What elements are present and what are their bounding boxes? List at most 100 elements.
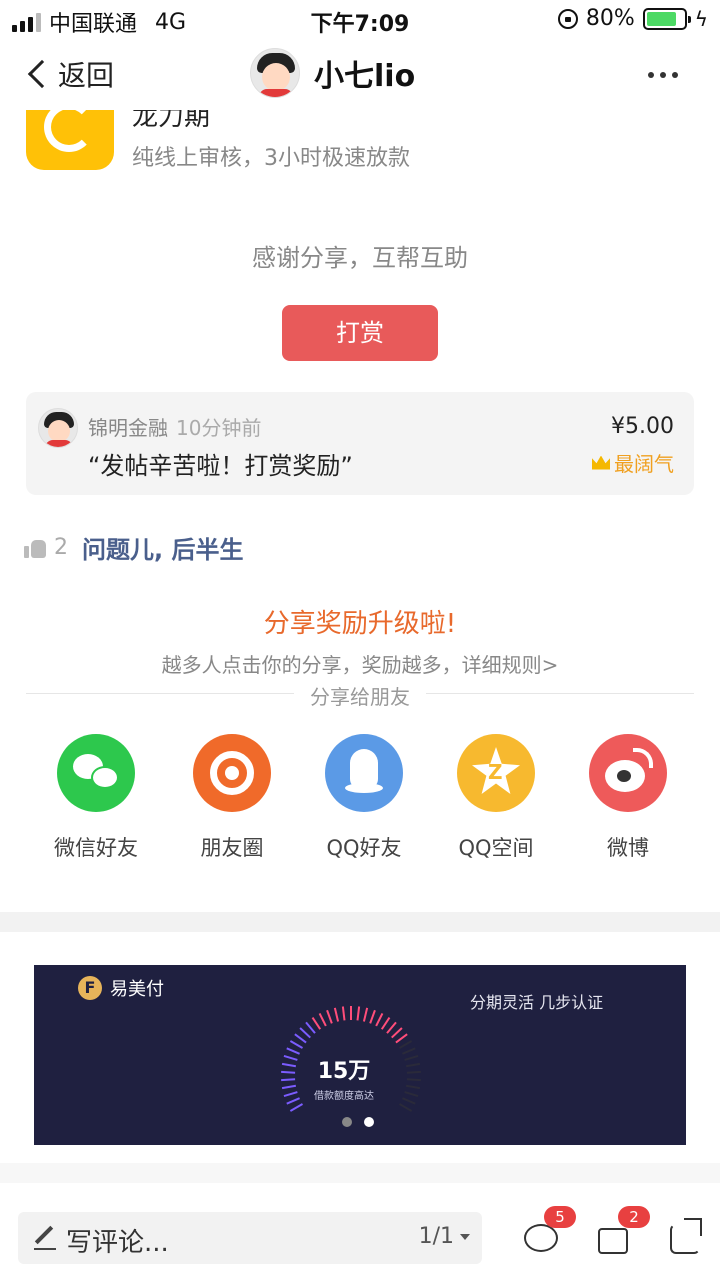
carousel-dot-active[interactable] — [364, 1117, 374, 1127]
moments-icon — [193, 734, 271, 812]
gauge-tick — [318, 1012, 327, 1027]
share-qzone[interactable]: QQ空间 — [430, 734, 562, 862]
page-indicator-text: 1/1 — [418, 1224, 454, 1249]
gauge-tick — [311, 1016, 322, 1030]
tip-amount: ¥5.00 — [611, 414, 674, 439]
comment-placeholder: 写评论... — [66, 1228, 169, 1258]
share-weibo[interactable]: 微博 — [562, 734, 694, 862]
nav-bar: 返回 小七lio — [0, 38, 720, 110]
share-wechat[interactable]: 微信好友 — [30, 734, 162, 862]
ad-banner[interactable]: F 易美付 分期灵活 几步认证 15万 借款额度高达 — [34, 965, 686, 1145]
gauge-tick — [380, 1016, 391, 1030]
tip-record: 锦明金融 10分钟前 “发帖辛苦啦！打赏奖励” ¥5.00 最阔气 — [26, 392, 694, 495]
like-count-badge: 2 — [618, 1206, 650, 1228]
share-weibo-label: 微博 — [607, 836, 649, 860]
gauge-tick — [391, 1027, 403, 1039]
comment-bubble-icon — [524, 1224, 558, 1252]
section-separator — [0, 1163, 720, 1183]
app-subtitle: 纯线上审核，3小时极速放款 — [132, 146, 410, 171]
gauge-tick — [305, 1021, 316, 1034]
weibo-icon — [589, 734, 667, 812]
back-label: 返回 — [58, 59, 115, 92]
tip-time: 10分钟前 — [176, 416, 262, 440]
share-options: 微信好友 朋友圈 QQ好友 QQ空间 微博 — [0, 734, 720, 864]
more-icon[interactable] — [648, 72, 678, 78]
tipper-name[interactable]: 锦明金融 — [88, 416, 168, 440]
app-card[interactable]: 龙力期 纯线上审核，3小时极速放款 — [26, 110, 706, 174]
wechat-icon — [57, 734, 135, 812]
gauge-tick — [395, 1033, 408, 1044]
share-rules-link[interactable]: 越多人点击你的分享，奖励越多，详细规则> — [0, 649, 720, 678]
status-bar: 中国联通 4G 下午7:09 80% ϟ — [0, 0, 720, 38]
gauge-tick — [356, 1006, 361, 1021]
qq-icon — [325, 734, 403, 812]
app-logo-icon — [26, 110, 114, 170]
gauge-tick — [375, 1012, 384, 1027]
gauge-tick — [289, 1040, 304, 1049]
page-indicator[interactable]: 1/1 — [419, 1224, 470, 1249]
battery-fill — [646, 11, 676, 26]
battery-icon — [642, 7, 691, 30]
comments-button[interactable]: 5 — [522, 1206, 576, 1258]
orientation-lock-icon — [557, 8, 578, 29]
gauge-tick — [326, 1009, 333, 1024]
banner-amount: 15万 — [317, 1059, 371, 1084]
banner-caption: 借款额度高达 — [314, 1091, 374, 1102]
gauge-tick — [398, 1103, 413, 1112]
thumbs-up-icon — [24, 538, 46, 558]
likes-count: 2 — [54, 535, 68, 560]
share-title: 分享奖励升级啦! — [263, 609, 457, 639]
carousel-dot[interactable] — [342, 1117, 352, 1127]
gauge-tick — [289, 1103, 304, 1112]
banner-brand-name: 易美付 — [110, 979, 164, 1000]
chevron-left-icon — [27, 59, 57, 89]
thumbs-up-icon — [598, 1228, 628, 1254]
page-title: 小七lio — [314, 59, 416, 94]
tipper-avatar[interactable] — [38, 408, 78, 448]
likes-users[interactable]: 问题儿, 后半生 — [82, 530, 243, 565]
status-right: 80% ϟ — [557, 6, 708, 31]
share-divider-text: 分享给朋友 — [294, 685, 426, 709]
bottom-bar: 写评论... 1/1 5 2 — [0, 1196, 720, 1280]
gauge-tick — [386, 1021, 397, 1034]
pencil-icon — [34, 1226, 56, 1250]
like-button[interactable]: 2 — [596, 1206, 650, 1258]
share-moments-label: 朋友圈 — [200, 836, 264, 860]
tip-badge-label: 最阔气 — [614, 452, 674, 476]
brand-logo-icon: F — [78, 976, 102, 1000]
gauge-tick — [333, 1007, 340, 1022]
section-separator — [0, 912, 720, 932]
likes-row: 2 问题儿, 后半生 — [24, 530, 243, 565]
battery-percent: 80% — [585, 6, 635, 31]
app-name: 龙力期 — [132, 110, 211, 132]
share-button[interactable] — [668, 1218, 708, 1258]
banner-brand: F 易美付 — [78, 975, 164, 1001]
share-qq-label: QQ好友 — [326, 836, 402, 860]
comment-count-badge: 5 — [544, 1206, 576, 1228]
tipper-info: 锦明金融 10分钟前 — [88, 412, 261, 441]
share-wechat-label: 微信好友 — [54, 836, 138, 860]
tip-badge: 最阔气 — [592, 448, 674, 477]
gauge-tick — [369, 1009, 376, 1024]
charging-icon: ϟ — [694, 6, 708, 31]
gauge-tick — [341, 1006, 346, 1021]
back-button[interactable]: 返回 — [24, 54, 114, 94]
tip-message: “发帖辛苦啦！打赏奖励” — [88, 452, 353, 480]
share-qq[interactable]: QQ好友 — [298, 734, 430, 862]
share-divider-label: 分享给朋友 — [0, 681, 720, 710]
nav-user[interactable]: 小七lio — [250, 48, 415, 98]
thanks-text: 感谢分享，互帮互助 — [252, 244, 468, 272]
reward-button[interactable]: 打赏 — [282, 305, 438, 361]
comment-input[interactable]: 写评论... 1/1 — [18, 1212, 482, 1264]
share-arrow — [684, 1218, 702, 1236]
gauge-tick — [294, 1033, 307, 1044]
crown-icon — [592, 455, 610, 470]
qzone-icon — [457, 734, 535, 812]
gauge-tick — [299, 1027, 311, 1039]
avatar[interactable] — [250, 48, 300, 98]
banner-tagline: 分期灵活 几步认证 — [470, 993, 604, 1012]
caret-down-icon — [460, 1233, 470, 1240]
gauge-tick — [398, 1040, 413, 1049]
share-qzone-label: QQ空间 — [458, 836, 534, 860]
share-moments[interactable]: 朋友圈 — [166, 734, 298, 862]
